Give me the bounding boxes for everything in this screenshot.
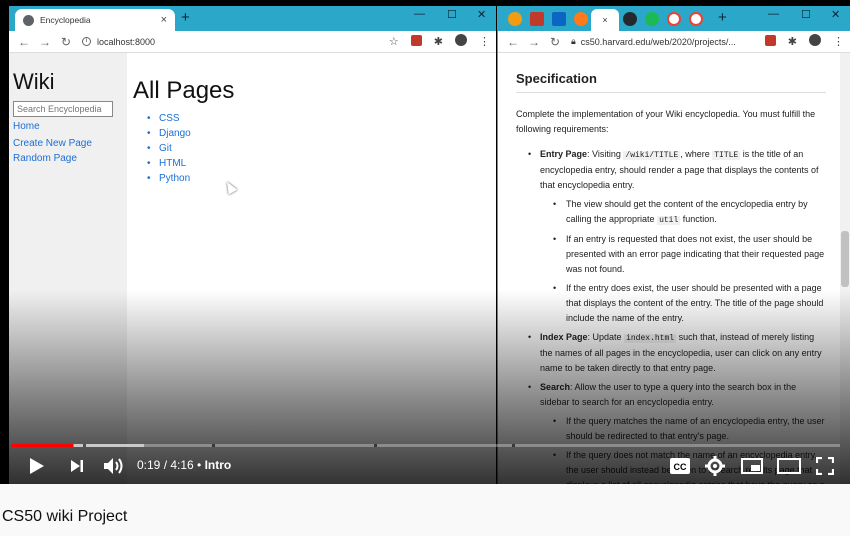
left-tab-strip: Encyclopedia × + — ☐ ✕ (9, 6, 496, 31)
bitcoin-tab-icon[interactable] (508, 12, 522, 26)
globe-icon (23, 14, 34, 26)
puzzle-icon[interactable]: ✱ (434, 35, 443, 48)
active-tab[interactable]: × (591, 9, 619, 31)
left-browser-window: Encyclopedia × + — ☐ ✕ ← → ↻ i localhost… (9, 6, 496, 484)
req-search-sub-1: If the query matches the name of an ency… (516, 414, 826, 444)
dot-tab-icon[interactable] (574, 12, 588, 26)
linkedin-tab-icon[interactable] (552, 12, 566, 26)
page-title: All Pages (133, 77, 235, 104)
spec-heading: Specification (516, 71, 826, 93)
extension-icon[interactable] (410, 34, 422, 49)
captions-icon[interactable]: CC (669, 457, 691, 475)
info-icon[interactable]: i (82, 37, 91, 46)
progress-bar[interactable] (12, 444, 840, 447)
entry-link-css[interactable]: CSS (147, 111, 493, 126)
settings-gear-icon[interactable] (705, 456, 725, 476)
tab-close-icon[interactable]: × (602, 15, 607, 25)
menu-icon[interactable]: ⋮ (833, 35, 844, 48)
fullscreen-icon[interactable] (816, 457, 834, 475)
played-bar (12, 444, 74, 447)
tab-title: Encyclopedia (40, 15, 91, 25)
minimize-button[interactable]: — (768, 8, 779, 20)
spec-intro: Complete the implementation of your Wiki… (516, 109, 816, 134)
chapter-marker (212, 444, 215, 447)
address-bar[interactable]: i localhost:8000 (82, 33, 155, 51)
entry-link-python[interactable]: Python (147, 171, 493, 186)
entry-link-git[interactable]: Git (147, 141, 493, 156)
entry-list: CSS Django Git HTML Python (147, 111, 493, 186)
menu-icon[interactable]: ⋮ (479, 35, 490, 48)
tab-encyclopedia[interactable]: Encyclopedia × (15, 9, 175, 31)
url-text: cs50.harvard.edu/web/2020/projects/... (580, 36, 736, 47)
search-input[interactable] (13, 101, 113, 117)
requirements-list: Entry Page: Visiting /wiki/TITLE, where … (516, 147, 826, 484)
reload-icon[interactable]: ↻ (549, 35, 561, 49)
forward-icon[interactable]: → (528, 35, 540, 49)
forward-icon[interactable]: → (39, 35, 51, 49)
req-entry-sub-2: If an entry is requested that does not e… (516, 232, 826, 277)
profile-icon[interactable] (455, 34, 467, 49)
video-title: CS50 wiki Project (2, 508, 128, 525)
req-search: Search: Allow the user to type a query i… (516, 380, 826, 410)
nav-create-page-link[interactable]: Create New Page (13, 138, 123, 149)
profile-icon[interactable] (809, 34, 821, 49)
right-browser-window: × + — ☐ ✕ ← → ↻ 🔒︎ cs50.harvard.edu/web/… (497, 6, 850, 484)
wiki-sidebar: Wiki Home Create New Page Random Page (9, 53, 127, 484)
close-window-button[interactable]: ✕ (477, 8, 486, 21)
chapter-marker (374, 444, 377, 447)
minimize-button[interactable]: — (414, 8, 425, 20)
address-bar[interactable]: 🔒︎ cs50.harvard.edu/web/2020/projects/..… (571, 33, 736, 51)
scrollbar-thumb[interactable] (841, 231, 849, 287)
puzzle-icon[interactable]: ✱ (788, 35, 797, 48)
chapter-marker (83, 444, 86, 447)
spec-content: Specification Complete the implementatio… (516, 53, 826, 484)
miniplayer-icon[interactable] (741, 458, 763, 474)
tab-close-icon[interactable]: × (161, 14, 167, 26)
entry-link-html[interactable]: HTML (147, 156, 493, 171)
green-tab-icon[interactable] (645, 12, 659, 26)
time-display: 0:19 / 4:16 • Intro (137, 458, 231, 472)
req-entry-page: Entry Page: Visiting /wiki/TITLE, where … (516, 147, 826, 193)
req-entry-sub-3: If the entry does exist, the user should… (516, 281, 826, 326)
star-icon[interactable]: ☆ (389, 35, 399, 48)
entry-link-django[interactable]: Django (147, 126, 493, 141)
wiki-main: All Pages CSS Django Git HTML Python (133, 53, 493, 484)
video-info: CS50 wiki Project (0, 484, 850, 536)
google-tab-icon[interactable] (667, 12, 681, 26)
close-window-button[interactable]: ✕ (831, 8, 840, 21)
video-player[interactable]: Encyclopedia × + — ☐ ✕ ← → ↻ i localhost… (0, 0, 850, 484)
new-tab-button[interactable]: + (718, 9, 727, 26)
nav-random-page-link[interactable]: Random Page (13, 153, 123, 164)
time-separator: • (193, 458, 205, 472)
maximize-button[interactable]: ☐ (801, 8, 811, 21)
req-entry-sub-1: The view should get the content of the e… (516, 197, 826, 228)
time-text: 0:19 / 4:16 (137, 458, 194, 472)
right-toolbar: ← → ↻ 🔒︎ cs50.harvard.edu/web/2020/proje… (498, 31, 850, 53)
back-icon[interactable]: ← (507, 35, 519, 49)
google-tab-icon-2[interactable] (689, 12, 703, 26)
next-icon[interactable] (70, 459, 84, 473)
wiki-title: Wiki (13, 69, 55, 94)
calendar-tab-icon[interactable] (530, 12, 544, 26)
back-icon[interactable]: ← (18, 35, 30, 49)
play-icon[interactable] (29, 457, 45, 475)
req-index-page: Index Page: Update index.html such that,… (516, 330, 826, 376)
volume-icon[interactable] (103, 456, 125, 476)
nav-home-link[interactable]: Home (13, 121, 123, 132)
chapter-title[interactable]: Intro (205, 458, 232, 472)
svg-text:CC: CC (674, 462, 687, 472)
left-toolbar: ← → ↻ i localhost:8000 ☆ ✱ ⋮ (9, 31, 496, 53)
lock-icon: 🔒︎ (571, 36, 576, 46)
url-text: localhost:8000 (97, 36, 156, 47)
scrollbar-track[interactable] (840, 53, 850, 484)
right-tab-strip: × + — ☐ ✕ (498, 6, 850, 31)
new-tab-button[interactable]: + (181, 9, 190, 26)
github-tab-icon[interactable] (623, 12, 637, 26)
maximize-button[interactable]: ☐ (447, 8, 457, 21)
chapter-marker (512, 444, 515, 447)
extension-icon[interactable] (764, 34, 776, 49)
theater-mode-icon[interactable] (777, 458, 801, 474)
reload-icon[interactable]: ↻ (60, 35, 72, 49)
